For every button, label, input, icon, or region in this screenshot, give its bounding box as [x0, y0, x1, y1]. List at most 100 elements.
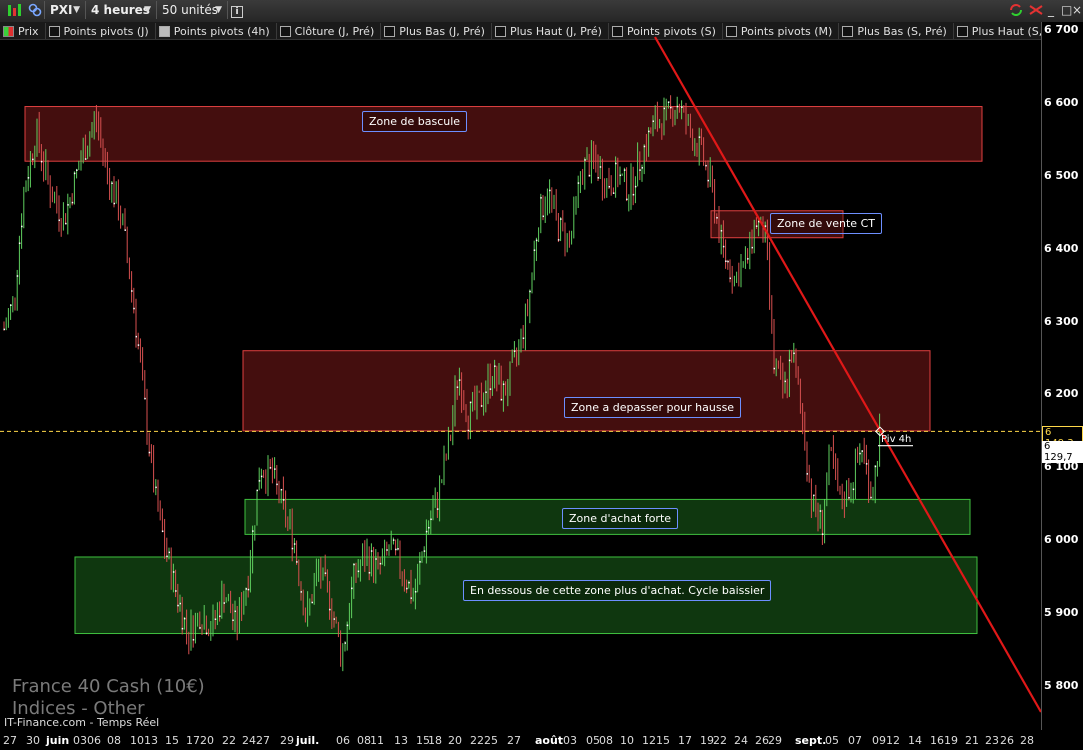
x-tick-label: 10 — [620, 734, 634, 747]
close-tick — [10, 304, 12, 307]
close-tick — [65, 222, 67, 225]
close-tick — [205, 632, 208, 635]
x-tick-label: 11 — [370, 734, 384, 747]
close-tick — [652, 120, 654, 122]
close-tick — [258, 480, 261, 482]
x-tick-label: 22 — [713, 734, 727, 747]
close-tick — [395, 548, 397, 551]
close-tick — [456, 386, 459, 388]
close-tick — [626, 198, 628, 201]
close-tick — [560, 218, 562, 220]
close-tick — [370, 550, 373, 552]
close-tick — [32, 158, 34, 161]
close-tick — [865, 463, 868, 465]
close-tick — [773, 367, 775, 370]
close-tick — [252, 530, 254, 532]
x-tick-label: 28 — [1020, 734, 1034, 747]
y-tick-label: 6 300 — [1044, 314, 1079, 328]
close-tick — [368, 572, 371, 574]
close-tick — [131, 290, 133, 292]
x-tick-label: 08 — [107, 734, 121, 747]
close-tick — [698, 136, 701, 138]
x-tick-label: 29 — [280, 734, 294, 747]
close-tick — [793, 352, 795, 355]
price-axis — [1041, 22, 1083, 730]
close-tick — [276, 483, 278, 486]
x-tick-label: 27 — [3, 734, 17, 747]
x-tick-label: 16 — [930, 734, 944, 747]
close-tick — [608, 186, 610, 188]
close-tick — [821, 533, 824, 535]
close-tick — [784, 380, 786, 383]
close-tick — [223, 602, 225, 604]
close-tick — [716, 216, 718, 219]
zone-box — [242, 350, 931, 432]
x-tick-label: 20 — [200, 734, 214, 747]
close-tick — [113, 202, 115, 205]
zone-vente-label: Zone de vente CT — [770, 213, 882, 234]
close-tick — [300, 591, 302, 593]
close-tick — [489, 388, 492, 390]
close-tick — [852, 488, 855, 491]
pivot-price-tag: 6 129,7 — [1042, 441, 1083, 463]
close-tick — [619, 174, 621, 177]
close-tick — [458, 379, 461, 381]
close-tick — [874, 465, 877, 468]
y-tick-label: 6 600 — [1044, 95, 1079, 109]
close-tick — [639, 169, 641, 171]
x-tick-label: 14 — [908, 734, 922, 747]
zone-depasser-label: Zone a depasser pour hausse — [564, 397, 742, 418]
x-tick-label: 03 — [563, 734, 577, 747]
close-tick — [751, 246, 753, 249]
close-tick — [663, 107, 665, 110]
close-tick — [410, 597, 412, 599]
close-tick — [375, 558, 377, 560]
close-tick — [529, 290, 531, 293]
x-tick-label: 30 — [26, 734, 40, 747]
close-tick — [392, 539, 395, 541]
close-tick — [219, 615, 221, 618]
y-tick-label: 5 900 — [1044, 606, 1079, 620]
x-tick-label: 24 — [242, 734, 256, 747]
close-tick — [419, 561, 421, 563]
close-tick — [597, 177, 599, 179]
close-tick — [667, 101, 670, 103]
close-tick — [260, 475, 263, 478]
close-tick — [764, 225, 767, 227]
close-tick — [870, 496, 872, 499]
close-tick — [148, 451, 151, 454]
close-tick — [247, 588, 250, 591]
close-tick — [181, 627, 184, 630]
close-tick — [133, 307, 135, 310]
y-tick-label: 6 400 — [1044, 241, 1079, 255]
close-tick — [612, 192, 615, 194]
close-tick — [584, 159, 586, 161]
close-tick — [425, 530, 428, 533]
zone-dessous-label: En dessous de cette zone plus d'achat. C… — [463, 580, 772, 601]
x-tick-label: 29 — [768, 734, 782, 747]
close-tick — [430, 518, 432, 521]
close-tick — [168, 551, 170, 554]
close-tick — [522, 337, 525, 339]
x-tick-label: 19 — [700, 734, 714, 747]
close-tick — [179, 602, 181, 605]
close-tick — [549, 189, 551, 192]
x-tick-label: 19 — [944, 734, 958, 747]
x-tick-label: 18 — [428, 734, 442, 747]
close-tick — [755, 225, 758, 227]
x-tick-label: 22 — [470, 734, 484, 747]
close-tick — [71, 201, 74, 204]
close-tick — [436, 508, 439, 510]
close-tick — [577, 182, 580, 184]
close-tick — [423, 550, 426, 552]
x-tick-label: 21 — [965, 734, 979, 747]
close-tick — [199, 627, 201, 629]
close-tick — [353, 563, 355, 566]
close-tick — [269, 467, 272, 469]
price-chart[interactable] — [0, 0, 1083, 750]
close-tick — [819, 510, 822, 512]
close-tick — [729, 277, 731, 280]
close-tick — [18, 242, 21, 245]
close-tick — [329, 608, 331, 611]
close-tick — [615, 162, 617, 165]
